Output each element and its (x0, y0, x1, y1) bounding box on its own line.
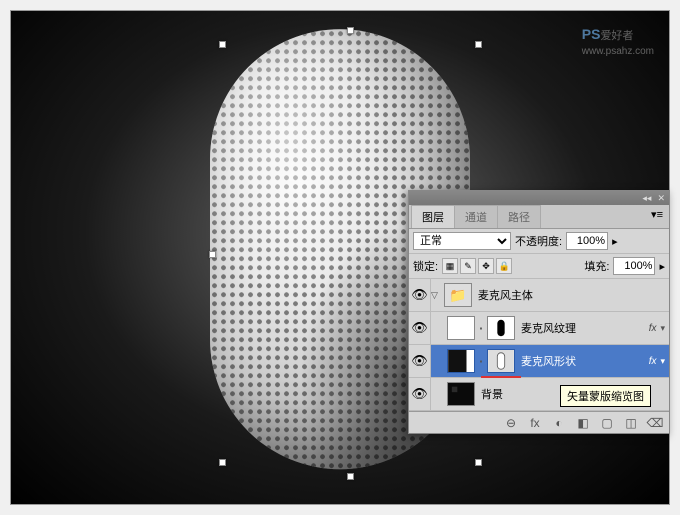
layer-row-selected[interactable]: 👁 ⬝ 麦克风形状 fx▾ (409, 345, 669, 378)
layer-list: 👁 ▽ 📁 麦克风主体 👁 ⬝ 麦克风纹理 fx▾ 👁 ⬝ 麦克风形状 fx▾ … (409, 279, 669, 411)
visibility-icon[interactable]: 👁 (409, 312, 431, 344)
tab-layers[interactable]: 图层 (411, 205, 455, 228)
panel-menu-icon[interactable]: ▾≡ (645, 205, 669, 228)
fx-menu-icon[interactable]: fx (527, 415, 543, 431)
fx-expand-icon[interactable]: ▾ (660, 323, 669, 334)
group-collapse-icon[interactable]: ▽ (431, 290, 442, 301)
panel-header: ◂◂ ✕ (409, 191, 669, 205)
new-layer-icon[interactable]: ◫ (623, 415, 639, 431)
fill-flyout-icon[interactable]: ▸ (659, 260, 665, 273)
link-icon: ⬝ (477, 356, 485, 367)
new-group-icon[interactable]: ▢ (599, 415, 615, 431)
opacity-label: 不透明度: (515, 233, 562, 249)
visibility-icon[interactable]: 👁 (409, 378, 431, 410)
panel-tabs: 图层 通道 路径 ▾≡ (409, 205, 669, 229)
layer-thumbnail[interactable] (447, 382, 475, 406)
transform-handle[interactable] (219, 459, 226, 466)
layer-thumbnail[interactable] (447, 316, 475, 340)
transform-handle[interactable] (475, 41, 482, 48)
collapse-icon[interactable]: ◂◂ (642, 193, 651, 204)
layer-name[interactable]: 麦克风主体 (474, 287, 669, 303)
visibility-icon[interactable]: 👁 (409, 345, 431, 377)
lock-pixels-icon[interactable]: ✎ (460, 258, 476, 274)
lock-label: 锁定: (413, 258, 438, 274)
close-icon[interactable]: ✕ (657, 193, 665, 204)
fx-badge[interactable]: fx (645, 323, 661, 334)
link-layers-icon[interactable]: ⊖ (503, 415, 519, 431)
mask-icon[interactable]: ◐ (551, 415, 567, 431)
transform-handle[interactable] (347, 27, 354, 34)
transform-handle[interactable] (347, 473, 354, 480)
vector-mask-thumbnail[interactable] (487, 349, 515, 373)
layer-name[interactable]: 麦克风纹理 (517, 320, 645, 336)
layer-thumbnail[interactable] (447, 349, 475, 373)
folder-icon: 📁 (444, 283, 472, 307)
tab-channels[interactable]: 通道 (454, 205, 498, 228)
layer-row[interactable]: 👁 ⬝ 麦克风纹理 fx▾ (409, 312, 669, 345)
tab-paths[interactable]: 路径 (497, 205, 541, 228)
lock-row: 锁定: ▦ ✎ ✥ 🔒 填充: ▸ (409, 254, 669, 279)
blend-mode-select[interactable]: 正常 (413, 232, 511, 250)
delete-icon[interactable]: ⌫ (647, 415, 663, 431)
adjustment-icon[interactable]: ◧ (575, 415, 591, 431)
lock-all-icon[interactable]: 🔒 (496, 258, 512, 274)
layer-row-group[interactable]: 👁 ▽ 📁 麦克风主体 (409, 279, 669, 312)
transform-handle[interactable] (219, 41, 226, 48)
opacity-input[interactable] (566, 232, 608, 250)
transform-handle[interactable] (209, 251, 216, 258)
mask-thumbnail[interactable] (487, 316, 515, 340)
transform-handle[interactable] (475, 459, 482, 466)
lock-transparency-icon[interactable]: ▦ (442, 258, 458, 274)
lock-position-icon[interactable]: ✥ (478, 258, 494, 274)
watermark: PS爱好者 www.psahz.com (582, 26, 654, 57)
fx-badge[interactable]: fx (645, 356, 661, 367)
fx-expand-icon[interactable]: ▾ (660, 356, 669, 367)
opacity-flyout-icon[interactable]: ▸ (612, 235, 618, 248)
fill-input[interactable] (613, 257, 655, 275)
fill-label: 填充: (584, 258, 609, 274)
layers-panel: ◂◂ ✕ 图层 通道 路径 ▾≡ 正常 不透明度: ▸ 锁定: ▦ ✎ ✥ 🔒 … (408, 190, 670, 434)
blend-row: 正常 不透明度: ▸ (409, 229, 669, 254)
layer-name[interactable]: 麦克风形状 (517, 353, 645, 369)
panel-footer: ⊖ fx ◐ ◧ ▢ ◫ ⌫ (409, 411, 669, 433)
link-icon: ⬝ (477, 323, 485, 334)
tooltip: 矢量蒙版缩览图 (560, 385, 651, 407)
visibility-icon[interactable]: 👁 (409, 279, 431, 311)
